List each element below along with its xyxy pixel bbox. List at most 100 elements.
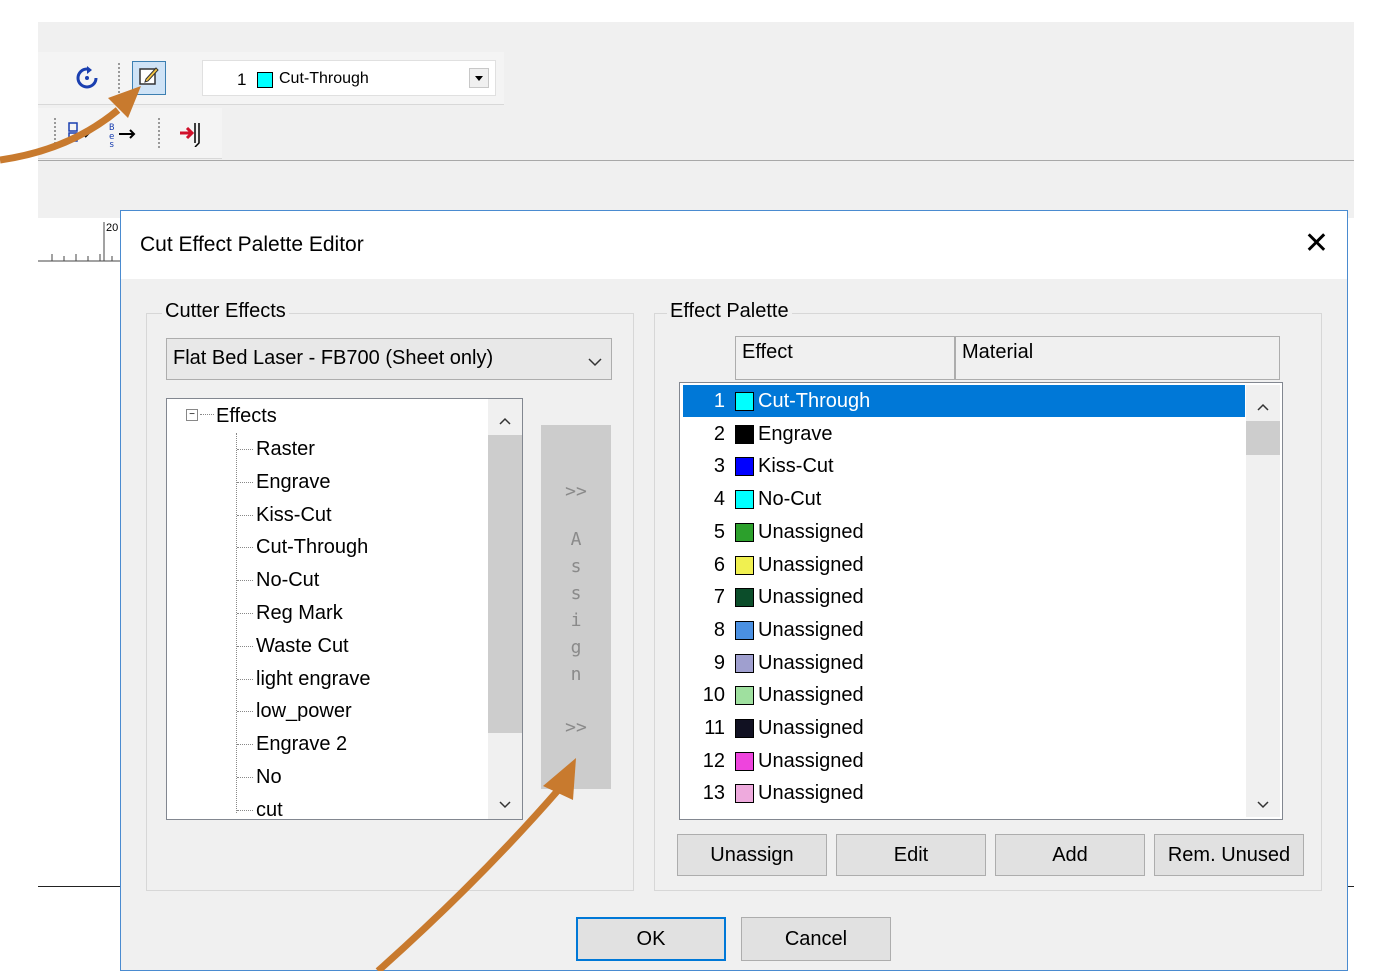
add-button[interactable]: Add — [995, 834, 1145, 876]
edit-icon — [137, 64, 161, 93]
tree-connector — [237, 580, 253, 582]
tree-item[interactable]: Engrave 2 — [256, 728, 347, 760]
toolbar-row-2: B e s — [38, 108, 222, 159]
scrollbar-thumb[interactable] — [1246, 421, 1280, 455]
column-header-effect[interactable]: Effect — [735, 336, 955, 380]
chevron-up-icon[interactable] — [1256, 395, 1270, 418]
assign-letter: i — [570, 610, 582, 631]
chevron-down-icon[interactable] — [1256, 793, 1270, 816]
palette-row-name: Unassigned — [758, 749, 864, 772]
tree-item[interactable]: low_power — [256, 695, 352, 727]
tree-connector — [237, 711, 253, 713]
palette-row-number: 8 — [713, 618, 725, 641]
cutter-effects-tree[interactable]: − Effects Raster Engrave Kiss-Cut Cut-Throu… — [166, 398, 523, 820]
scrollbar-thumb[interactable] — [488, 435, 522, 733]
palette-color-swatch — [735, 457, 754, 477]
palette-row[interactable]: 7 Unassigned — [683, 581, 1245, 613]
palette-row-name: Unassigned — [758, 618, 864, 641]
palette-row[interactable]: 13 Unassigned — [683, 777, 1245, 809]
tree-item[interactable]: light engrave — [256, 663, 371, 695]
collapse-icon[interactable]: − — [186, 409, 198, 421]
close-icon[interactable]: ✕ — [1304, 229, 1329, 259]
export-icon[interactable] — [62, 116, 96, 150]
tree-item[interactable]: Waste Cut — [256, 630, 349, 662]
palette-row[interactable]: 1 Cut-Through — [683, 385, 1245, 417]
palette-color-swatch — [735, 686, 754, 706]
drawing-canvas[interactable] — [38, 262, 120, 971]
tree-connector — [237, 777, 253, 778]
palette-row[interactable]: 6 Unassigned — [683, 549, 1245, 581]
remove-unused-button[interactable]: Rem. Unused — [1154, 834, 1304, 876]
toolbar-divider — [38, 160, 1354, 161]
palette-row-number: 11 — [704, 717, 725, 739]
import-icon[interactable] — [174, 116, 208, 150]
tree-item[interactable]: Engrave — [256, 466, 331, 498]
tree-item[interactable]: Raster — [256, 433, 315, 465]
edit-palette-button[interactable] — [132, 61, 166, 95]
palette-row[interactable]: 12 Unassigned — [683, 745, 1245, 777]
assign-arrow-bottom: >> — [565, 717, 587, 738]
palette-color-swatch — [735, 719, 754, 738]
device-select[interactable]: Flat Bed Laser - FB700 (Sheet only) — [166, 338, 612, 380]
palette-row[interactable]: 10 Unassigned — [683, 679, 1245, 711]
tree-item[interactable]: No — [256, 761, 282, 793]
tree-item[interactable]: cut — [256, 794, 283, 819]
tree-connector — [237, 809, 253, 811]
palette-color-swatch — [735, 555, 754, 575]
palette-row[interactable]: 3 Kiss-Cut — [683, 450, 1245, 482]
unassign-button[interactable]: Unassign — [677, 834, 827, 876]
assign-letter: g — [570, 637, 582, 658]
palette-row-name: Unassigned — [758, 684, 864, 707]
column-header-effect-label: Effect — [742, 341, 793, 363]
tree-item[interactable]: No-Cut — [256, 564, 319, 596]
palette-row-number: 13 — [702, 782, 725, 805]
edit-button[interactable]: Edit — [836, 834, 986, 876]
assign-arrow-top: >> — [565, 481, 587, 502]
toolbar-separator — [54, 118, 59, 148]
dialog-title: Cut Effect Palette Editor — [140, 233, 364, 256]
tree-item[interactable]: Cut-Through — [256, 531, 368, 563]
effect-number: 1 — [237, 70, 247, 89]
chevron-down-icon[interactable] — [498, 793, 512, 816]
device-select-value: Flat Bed Laser - FB700 (Sheet only) — [173, 347, 494, 369]
palette-row[interactable]: 11 Unassigned — [683, 712, 1245, 744]
palette-scrollbar[interactable] — [1246, 385, 1280, 817]
tree-connector — [237, 547, 253, 549]
tree-connector — [237, 613, 253, 614]
cut-effect-palette-editor-dialog: Cut Effect Palette Editor ✕ Cutter Effec… — [120, 210, 1348, 971]
tree-guide-line — [236, 433, 237, 813]
palette-row-number: 1 — [713, 390, 725, 412]
effect-select-combo[interactable]: 1 Cut-Through — [202, 60, 496, 96]
ruler: 20 — [38, 218, 120, 263]
palette-row-name: Unassigned — [758, 553, 864, 576]
palette-row[interactable]: 9 Unassigned — [683, 647, 1245, 679]
palette-row-number: 5 — [713, 520, 725, 543]
chevron-down-icon — [587, 351, 603, 374]
dialog-titlebar: Cut Effect Palette Editor ✕ — [121, 211, 1347, 279]
chevron-down-icon[interactable] — [469, 68, 489, 88]
ok-button[interactable]: OK — [576, 917, 726, 961]
ruler-tick-label: 20 — [106, 222, 119, 234]
palette-row-name: Unassigned — [758, 520, 864, 543]
effect-palette-list[interactable]: 1 Cut-Through 2 Engrave 3 Kiss-Cut 4 No-Cut 5 Una… — [679, 382, 1283, 820]
palette-color-swatch — [735, 653, 754, 673]
assign-button[interactable]: >> Assign >> — [541, 425, 611, 789]
palette-row[interactable]: 2 Engrave — [683, 418, 1245, 450]
palette-row-number: 4 — [713, 488, 725, 511]
column-header-material[interactable]: Material — [955, 336, 1280, 380]
tree-item[interactable]: Kiss-Cut — [256, 499, 332, 531]
chevron-up-icon[interactable] — [498, 409, 512, 432]
palette-row[interactable]: 5 Unassigned — [683, 516, 1245, 548]
tree-item[interactable]: Reg Mark — [256, 597, 343, 629]
canvas-line — [38, 886, 120, 887]
palette-row-number: 10 — [702, 684, 725, 707]
assign-letter: s — [570, 556, 582, 577]
cancel-button[interactable]: Cancel — [741, 917, 891, 961]
tree-scrollbar[interactable] — [488, 399, 522, 819]
palette-row[interactable]: 4 No-Cut — [683, 483, 1245, 515]
assign-letter: n — [570, 664, 582, 685]
palette-row[interactable]: 8 Unassigned — [683, 614, 1245, 646]
tree-root[interactable]: Effects — [216, 400, 277, 432]
list-export-icon[interactable]: B e s — [106, 116, 140, 150]
refresh-icon[interactable] — [70, 61, 104, 95]
